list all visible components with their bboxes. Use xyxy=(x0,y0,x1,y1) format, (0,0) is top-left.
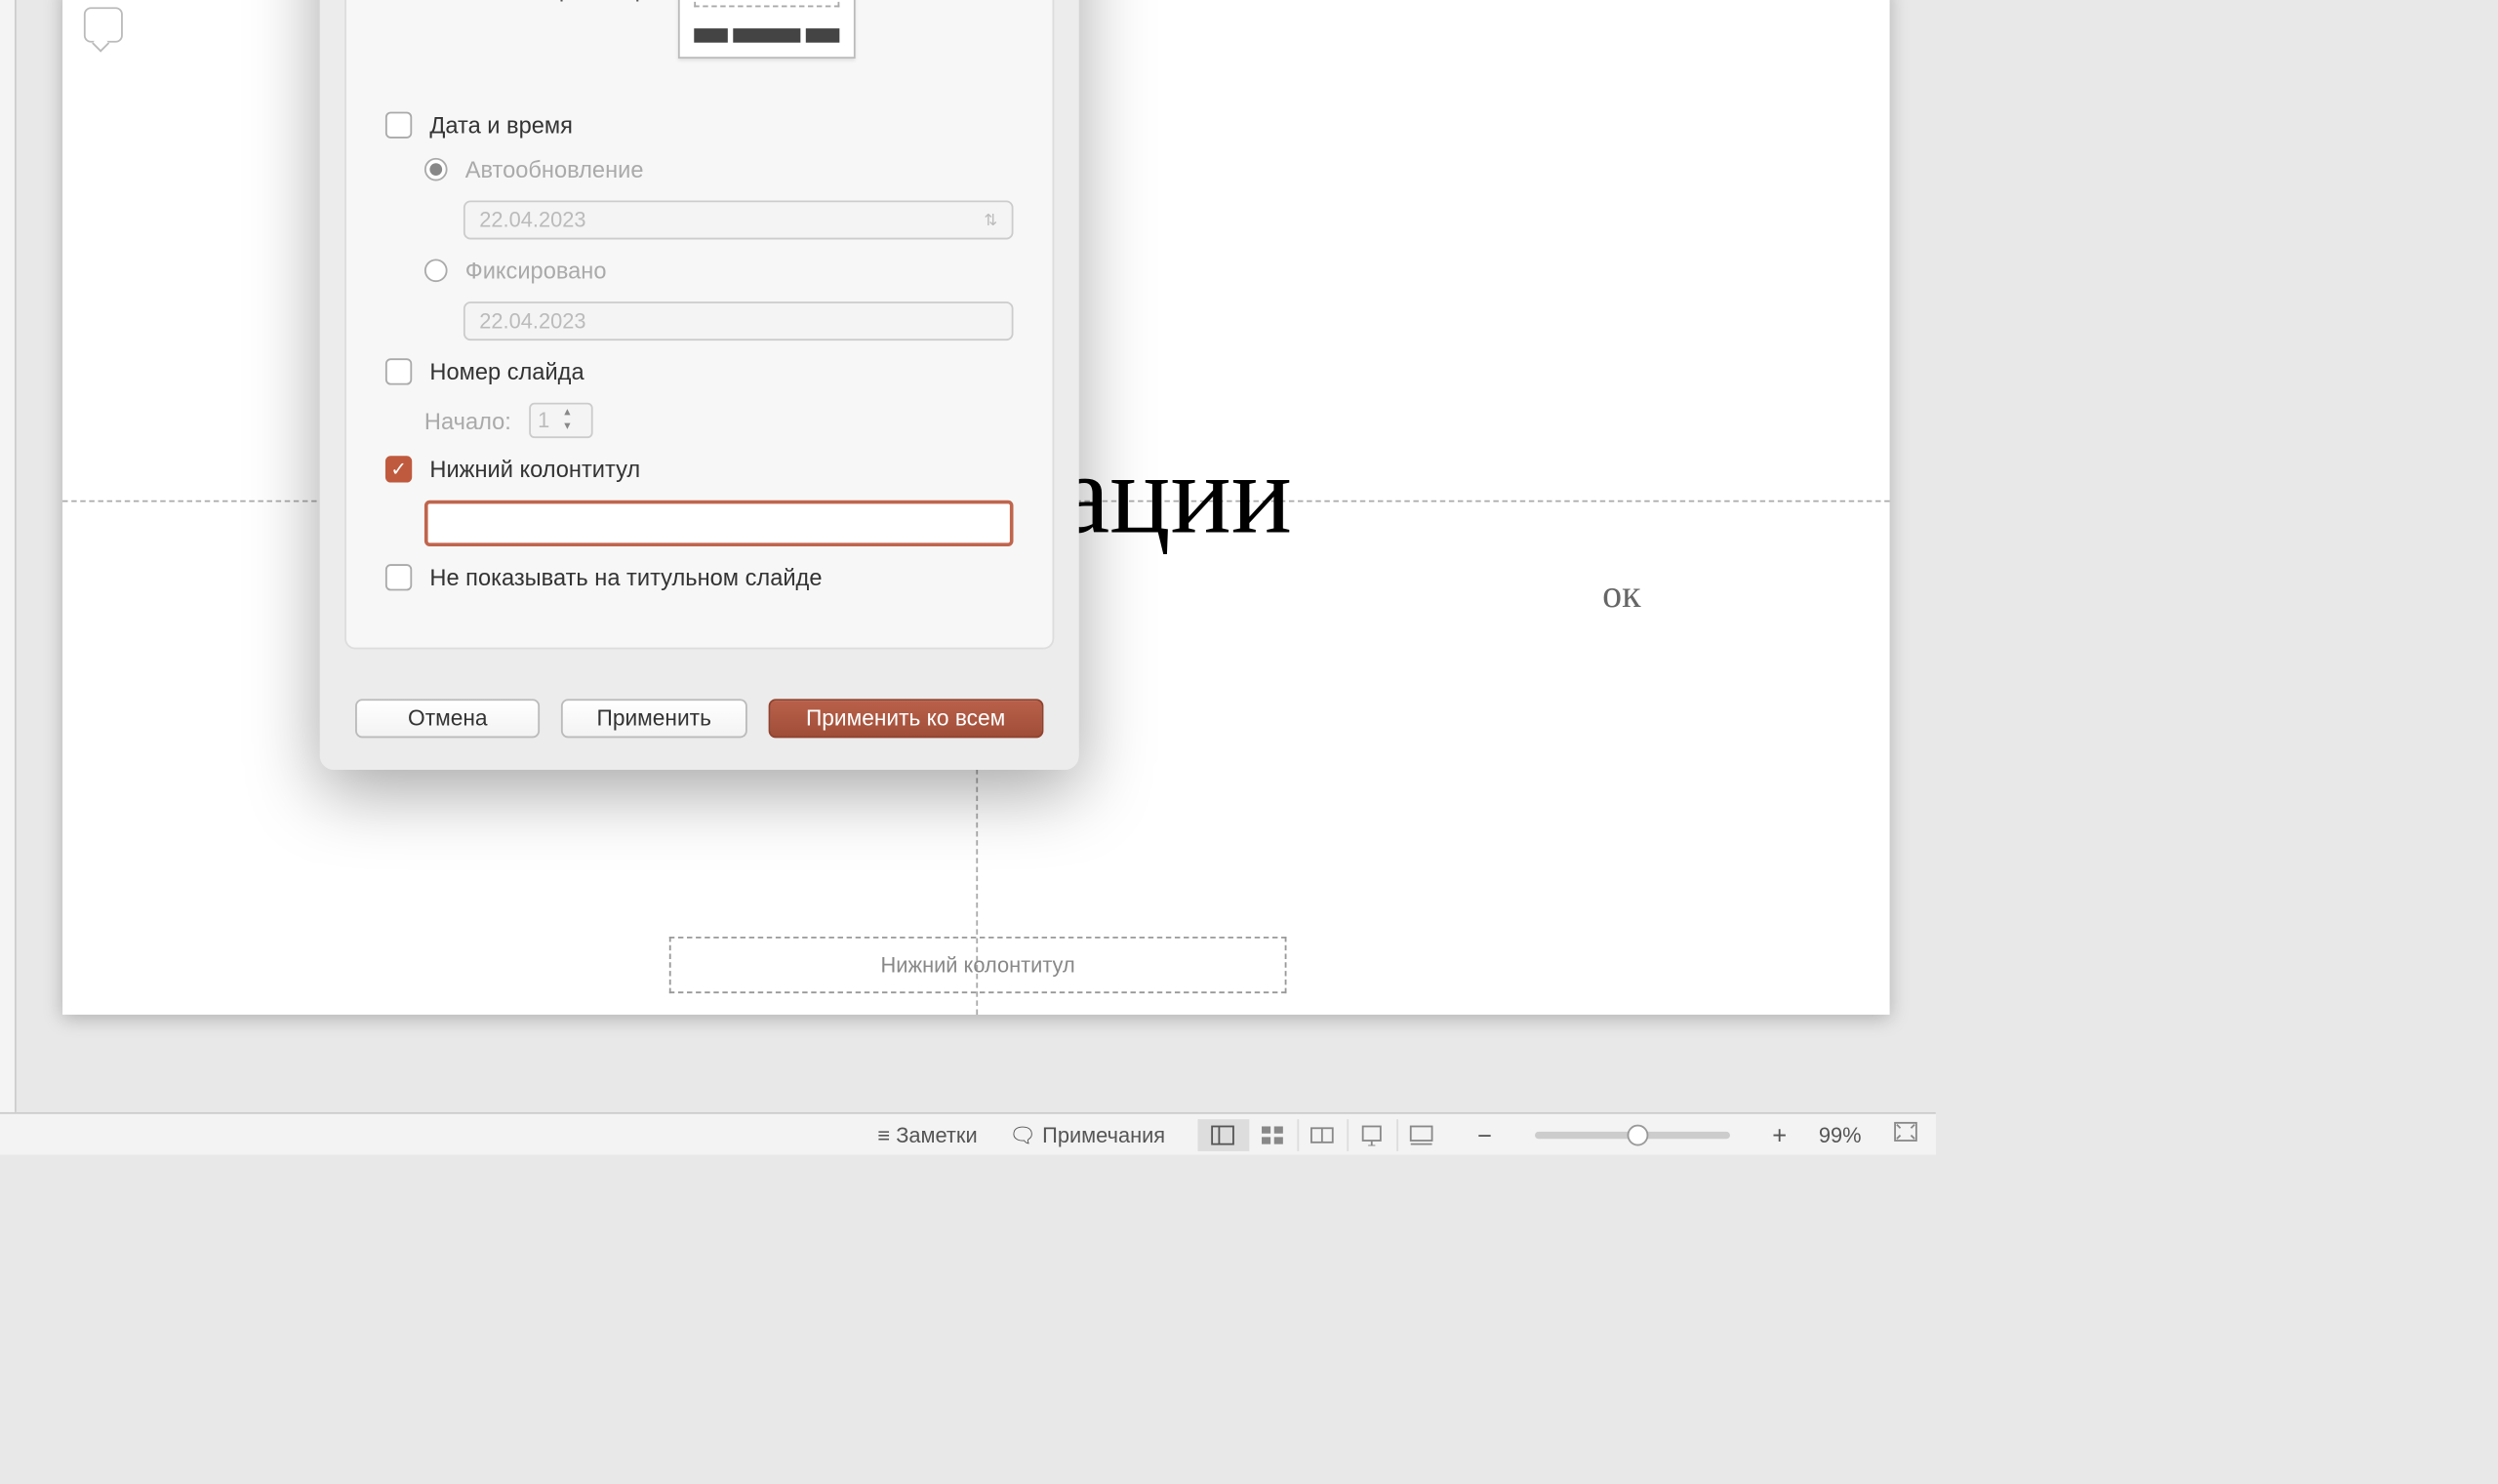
start-label: Начало: xyxy=(424,407,511,433)
fixed-radio[interactable] xyxy=(424,259,448,282)
slide-subtitle-text[interactable]: ок xyxy=(1602,571,1640,617)
preview-label: Просмотр: xyxy=(543,0,655,1)
view-buttons xyxy=(1197,1118,1446,1150)
datetime-label: Дата и время xyxy=(429,112,573,139)
reading-view-icon[interactable] xyxy=(1297,1118,1347,1150)
footer-text-input[interactable] xyxy=(424,501,1014,546)
apply-button[interactable]: Применить xyxy=(561,699,746,738)
fit-window-icon[interactable] xyxy=(1893,1121,1917,1147)
footer-label: Нижний колонтитул xyxy=(429,456,640,482)
comments-button[interactable]: 🗨 Примечания xyxy=(1009,1122,1165,1146)
zoom-in-icon[interactable]: + xyxy=(1772,1120,1787,1148)
preview-thumbnail xyxy=(679,0,857,59)
comment-icon[interactable] xyxy=(84,7,123,42)
date-format-combo[interactable]: 22.04.2023⇅ xyxy=(463,200,1014,239)
auto-update-label: Автообновление xyxy=(465,156,644,182)
slideshow-view-icon[interactable] xyxy=(1347,1118,1396,1150)
presenter-view-icon[interactable] xyxy=(1395,1118,1445,1150)
slidenumber-checkbox[interactable] xyxy=(385,358,412,384)
zoom-slider[interactable] xyxy=(1535,1131,1730,1138)
slidenumber-label: Номер слайда xyxy=(429,358,584,384)
footer-checkbox[interactable]: ✓ xyxy=(385,456,412,482)
zoom-level[interactable]: 99% xyxy=(1819,1122,1862,1146)
hide-on-title-checkbox[interactable] xyxy=(385,564,412,590)
start-number-spinner[interactable]: 1 ▴▾ xyxy=(529,403,592,438)
datetime-checkbox[interactable] xyxy=(385,112,412,139)
normal-view-icon[interactable] xyxy=(1197,1118,1247,1150)
auto-update-radio[interactable] xyxy=(424,158,448,181)
sorter-view-icon[interactable] xyxy=(1247,1118,1297,1150)
apply-all-button[interactable]: Применить ко всем xyxy=(768,699,1044,738)
hide-on-title-label: Не показывать на титульном слайде xyxy=(429,564,822,590)
cancel-button[interactable]: Отмена xyxy=(355,699,541,738)
statusbar: Слайд 1 из 2 русский (Украина) ≡ Заметки… xyxy=(0,1112,1936,1155)
notes-button[interactable]: ≡ Заметки xyxy=(877,1122,977,1146)
slide-thumbnails-panel: 1 ⁑★ Текст презентации Подзаголовок 2 За… xyxy=(0,0,17,1112)
zoom-out-icon[interactable]: − xyxy=(1477,1120,1492,1148)
header-footer-dialog: Колонтитулы Слайд Заметки и раздаточные … xyxy=(320,0,1079,770)
fixed-label: Фиксировано xyxy=(465,258,607,284)
fixed-date-input[interactable]: 22.04.2023 xyxy=(463,301,1014,341)
footer-placeholder[interactable]: Нижний колонтитул xyxy=(669,937,1287,993)
